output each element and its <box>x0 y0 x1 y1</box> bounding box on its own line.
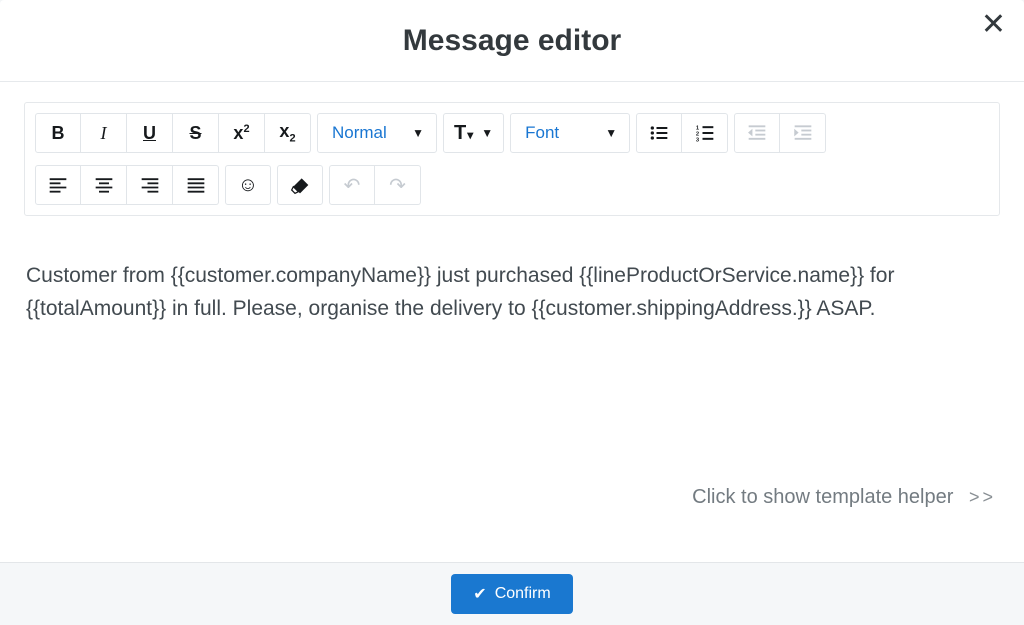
align-center-icon <box>94 175 114 195</box>
font-family-value: Font <box>525 123 559 143</box>
emoji-button[interactable]: ☺ <box>225 165 271 205</box>
subscript-button[interactable]: x2 <box>265 113 311 153</box>
modal-body: B I U S x2 x2 Normal ▼ <box>0 82 1024 562</box>
bold-button[interactable]: B <box>35 113 81 153</box>
redo-icon: ↷ <box>389 173 406 198</box>
paragraph-style-value: Normal <box>332 123 387 143</box>
italic-button[interactable]: I <box>81 113 127 153</box>
template-helper-toggle[interactable]: Click to show template helper >> <box>24 476 1000 523</box>
modal-title: Message editor <box>403 24 621 58</box>
check-icon: ✔ <box>473 584 486 604</box>
editor-toolbar: B I U S x2 x2 Normal ▼ <box>31 109 993 209</box>
toolbar-group-align <box>35 165 219 205</box>
svg-text:3: 3 <box>695 137 699 143</box>
bullet-list-button[interactable] <box>636 113 682 153</box>
italic-icon: I <box>101 123 107 144</box>
message-content-input[interactable]: Customer from {{customer.companyName}} j… <box>24 216 1000 476</box>
numbered-list-icon: 1 2 3 <box>695 123 715 143</box>
underline-button[interactable]: U <box>127 113 173 153</box>
eraser-icon <box>290 175 310 195</box>
font-family-select[interactable]: Font ▼ <box>510 113 630 153</box>
font-size-icon: T▾ <box>454 122 473 145</box>
align-right-button[interactable] <box>127 165 173 205</box>
toolbar-group-font-family: Font ▼ <box>510 113 630 153</box>
chevron-down-icon: ▼ <box>605 126 617 140</box>
bullet-list-icon <box>649 123 669 143</box>
toolbar-group-text-style: B I U S x2 x2 <box>35 113 311 153</box>
outdent-button[interactable] <box>734 113 780 153</box>
strikethrough-icon: S <box>189 123 201 144</box>
subscript-icon: x2 <box>279 121 295 145</box>
modal-footer: ✔ Confirm <box>0 562 1024 625</box>
numbered-list-button[interactable]: 1 2 3 <box>682 113 728 153</box>
modal-header: Message editor ✕ <box>0 0 1024 82</box>
chevron-down-icon: ▼ <box>481 126 493 140</box>
toolbar-group-font-size: T▾ ▼ <box>443 113 504 153</box>
indent-icon <box>793 123 813 143</box>
message-editor-modal: Message editor ✕ B I U S x2 x2 Normal <box>0 0 1024 625</box>
font-size-select[interactable]: T▾ ▼ <box>443 113 504 153</box>
template-helper-label: Click to show template helper <box>692 486 953 508</box>
paragraph-style-select[interactable]: Normal ▼ <box>317 113 437 153</box>
bold-icon: B <box>52 123 65 144</box>
toolbar-group-erase <box>277 165 323 205</box>
align-justify-icon <box>186 175 206 195</box>
undo-icon: ↶ <box>344 173 361 198</box>
align-right-icon <box>140 175 160 195</box>
align-center-button[interactable] <box>81 165 127 205</box>
toolbar-group-indent <box>734 113 826 153</box>
superscript-icon: x2 <box>233 123 249 144</box>
undo-button[interactable]: ↶ <box>329 165 375 205</box>
confirm-button-label: Confirm <box>495 585 551 603</box>
indent-button[interactable] <box>780 113 826 153</box>
confirm-button[interactable]: ✔ Confirm <box>451 574 572 614</box>
toolbar-group-emoji: ☺ <box>225 165 271 205</box>
strikethrough-button[interactable]: S <box>173 113 219 153</box>
align-left-button[interactable] <box>35 165 81 205</box>
chevron-right-icon: >> <box>969 487 996 507</box>
toolbar-group-history: ↶ ↷ <box>329 165 421 205</box>
toolbar-group-lists: 1 2 3 <box>636 113 728 153</box>
align-left-icon <box>48 175 68 195</box>
align-justify-button[interactable] <box>173 165 219 205</box>
toolbar-group-paragraph-style: Normal ▼ <box>317 113 437 153</box>
chevron-down-icon: ▼ <box>412 126 424 140</box>
editor-panel: B I U S x2 x2 Normal ▼ <box>24 102 1000 216</box>
redo-button[interactable]: ↷ <box>375 165 421 205</box>
outdent-icon <box>747 123 767 143</box>
clear-formatting-button[interactable] <box>277 165 323 205</box>
superscript-button[interactable]: x2 <box>219 113 265 153</box>
underline-icon: U <box>143 123 156 144</box>
emoji-icon: ☺ <box>238 174 258 197</box>
close-icon[interactable]: ✕ <box>981 10 1006 40</box>
